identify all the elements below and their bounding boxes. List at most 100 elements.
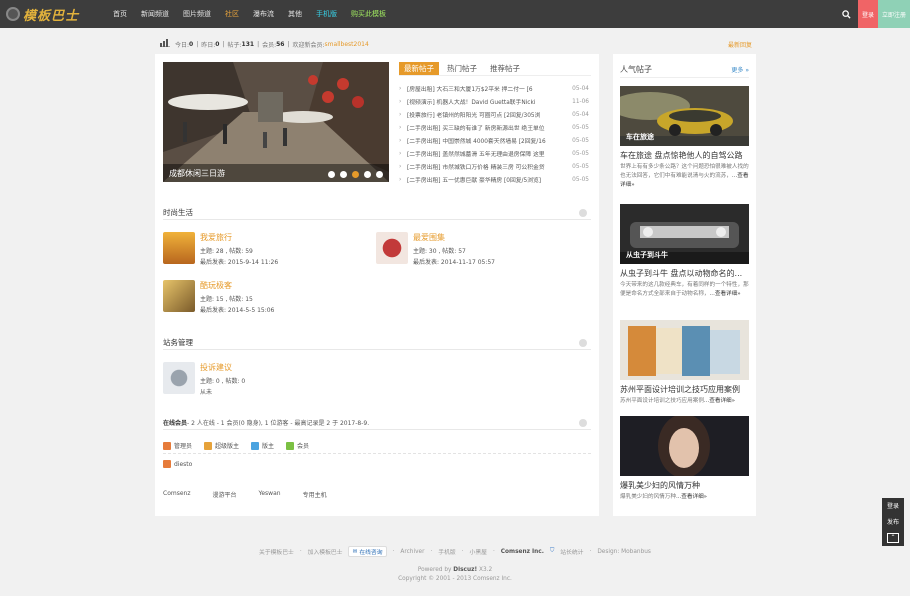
floating-toolbar: 登录 发布 ⌃	[882, 498, 904, 546]
thread-item[interactable]: › [房屋出租] 大石三和大厦1万$2平米 押二付一 [6 05-04	[399, 82, 589, 95]
section-header-life: 时尚生活	[163, 206, 591, 220]
slide-dot-active[interactable]	[352, 171, 359, 178]
thread-title[interactable]: [二手房出租] 市然城铁口万价格 精装三房 可公积金贷	[407, 162, 567, 171]
nav-waterfall[interactable]: 瀑布流	[246, 0, 281, 28]
online-user-name[interactable]: diesto	[174, 461, 192, 468]
post-thumbnail[interactable]: 从虫子到斗牛	[620, 204, 749, 264]
tab-latest-threads[interactable]: 最新帖子	[399, 62, 439, 75]
back-to-top-icon[interactable]: ⌃	[887, 532, 899, 543]
site-logo[interactable]: 模板巴士	[6, 5, 98, 24]
post-thumbnail[interactable]	[620, 416, 749, 476]
thread-item[interactable]: › [视频演示] 机器人大战！David Guetta联手Nicki 11-06	[399, 95, 589, 108]
popular-post-card[interactable]: 爆乳美少妇的风情万种 爆乳美少妇的风情万种...查看详细»	[620, 416, 749, 502]
slide-dot[interactable]	[340, 171, 347, 178]
post-title[interactable]: 苏州平面设计培训之技巧应用案例	[620, 384, 749, 395]
friend-link[interactable]: Yeswan	[259, 490, 281, 499]
yesterday-count: 0	[215, 40, 220, 48]
friend-link[interactable]: Comsenz	[163, 490, 190, 499]
online-consult-button[interactable]: ✉ 在线咨询	[348, 546, 387, 557]
logo-text: 模板巴士	[23, 8, 80, 24]
thread-title[interactable]: [二手房出租] 五一优惠巨献 豪华精房 [0回复/5浏览]	[407, 175, 567, 184]
thread-item[interactable]: › [二手房出租] 买三缺的有谁了 新房新源出世 绝王单位 05-05	[399, 121, 589, 134]
thread-item[interactable]: › [投票旅行] 老镇州的阳阳光 可圈可点 [2回复/305浏 05-04	[399, 108, 589, 121]
read-more-link[interactable]: ...查看详细»	[676, 494, 707, 500]
thumbnail-overlay-text: 车在旅途	[626, 133, 654, 141]
login-button[interactable]: 登录	[858, 0, 878, 28]
nav-buy-template[interactable]: 购买此模板	[344, 0, 393, 28]
thread-item[interactable]: › [二手房出租] 盖然然城墓滑 五年无理由退房保障 这里 05-05	[399, 147, 589, 160]
forum-item[interactable]: 我爱旅行 主题: 28 , 帖数: 59 最后发表: 2015-9-14 11:…	[163, 232, 278, 268]
footer-design[interactable]: Design: Mobanbus	[597, 549, 651, 555]
tab-recommended-threads[interactable]: 推荐帖子	[485, 62, 525, 75]
collapse-icon[interactable]	[579, 338, 587, 347]
thread-title[interactable]: [房屋出租] 大石三和大厦1万$2平米 押二付一 [6	[407, 84, 567, 93]
discuz-version: X3.2	[478, 567, 493, 573]
footer-link-archiver[interactable]: Archiver	[400, 549, 424, 555]
slide-dot[interactable]	[328, 171, 335, 178]
float-login-button[interactable]: 登录	[887, 501, 899, 510]
thread-title[interactable]: [投票旅行] 老镇州的阳阳光 可圈可点 [2回复/305浏	[407, 110, 567, 119]
forum-item[interactable]: 投诉建议 主题: 0 , 帖数: 0 从未	[163, 362, 245, 398]
forum-icon	[376, 232, 408, 264]
forum-name[interactable]: 我爱旅行	[200, 232, 278, 243]
forum-item[interactable]: 酷玩极客 主题: 15 , 帖数: 15 最后发表: 2014-5-5 15:0…	[163, 280, 274, 316]
read-more-link[interactable]: ...查看详细»	[710, 291, 741, 297]
post-title[interactable]: 车在旅途 盘点惊艳他人的自驾公路	[620, 150, 749, 161]
footer-link-about[interactable]: 关于模板巴士	[259, 547, 294, 556]
popular-post-card[interactable]: 从虫子到斗牛 从虫子到斗牛 盘点以动物命名的... 今天带来的这几款经典车，有着…	[620, 204, 749, 299]
friend-link[interactable]: 专用主机	[303, 490, 327, 499]
nav-pictures[interactable]: 图片频道	[176, 0, 218, 28]
online-user[interactable]: diesto	[163, 460, 192, 468]
footer-link-blacklist[interactable]: 小黑屋	[470, 547, 487, 556]
thread-title[interactable]: [二手房出租] 中国崇然城 4000套天然墙易 [2回复/16	[407, 136, 567, 145]
latest-reply-link[interactable]: 最新回复	[728, 40, 752, 49]
forum-counts: 主题: 28 , 帖数: 59	[200, 248, 253, 255]
friend-link[interactable]: 漫游平台	[212, 490, 236, 499]
footer-stats-link[interactable]: 站长统计	[560, 547, 583, 556]
thread-item[interactable]: › [二手房出租] 中国崇然城 4000套天然墙易 [2回复/16 05-05	[399, 134, 589, 147]
post-thumbnail[interactable]	[620, 320, 749, 380]
slideshow[interactable]: 成都休闲三日游	[163, 62, 389, 182]
thread-title[interactable]: [二手房出租] 盖然然城墓滑 五年无理由退房保障 这里	[407, 149, 567, 158]
footer-link-mobile[interactable]: 手机版	[438, 547, 455, 556]
float-post-button[interactable]: 发布	[887, 517, 899, 526]
new-member-link[interactable]: smallbest2014	[325, 41, 369, 48]
footer-copyright: Copyright © 2001 - 2013 Comsenz Inc.	[398, 576, 512, 582]
thread-item[interactable]: › [二手房出租] 五一优惠巨献 豪华精房 [0回复/5浏览] 05-05	[399, 173, 589, 186]
online-label[interactable]: 在线会员	[163, 418, 187, 427]
thread-icon: ›	[399, 163, 402, 170]
forum-name[interactable]: 酷玩极客	[200, 280, 274, 291]
popular-post-card[interactable]: 车在旅途 车在旅途 盘点惊艳他人的自驾公路 世界上有有多少条公路？这个问题恐怕很…	[620, 86, 749, 190]
discuz-link[interactable]: Discuz!	[453, 567, 477, 573]
forum-name[interactable]: 最爱围集	[413, 232, 495, 243]
popular-post-card[interactable]: 苏州平面设计培训之技巧应用案例 苏州平面设计培训之技巧应用案例...查看详细»	[620, 320, 749, 406]
nav-other[interactable]: 其他	[281, 0, 309, 28]
post-excerpt: 爆乳美少妇的风情万种	[620, 494, 676, 500]
nav-home[interactable]: 首页	[106, 0, 134, 28]
thread-title[interactable]: [二手房出租] 买三缺的有谁了 新房新源出世 绝王单位	[407, 123, 567, 132]
forum-item[interactable]: 最爱围集 主题: 30 , 帖数: 57 最后发表: 2014-11-17 05…	[376, 232, 495, 268]
yesterday-label: 昨日:	[201, 41, 216, 49]
thread-icon: ›	[399, 176, 402, 183]
post-title[interactable]: 从虫子到斗牛 盘点以动物命名的...	[620, 268, 749, 279]
footer-link-join[interactable]: 加入模板巴士	[308, 547, 343, 556]
thread-title[interactable]: [视频演示] 机器人大战！David Guetta联手Nicki	[407, 97, 567, 106]
slide-dot[interactable]	[364, 171, 371, 178]
forum-name[interactable]: 投诉建议	[200, 362, 245, 373]
collapse-icon[interactable]	[579, 418, 587, 427]
read-more-link[interactable]: ...查看详细»	[704, 398, 735, 404]
thread-item[interactable]: › [二手房出租] 市然城铁口万价格 精装三房 可公积金贷 05-05	[399, 160, 589, 173]
post-thumbnail[interactable]: 车在旅途	[620, 86, 749, 146]
post-title[interactable]: 爆乳美少妇的风情万种	[620, 480, 749, 491]
more-link[interactable]: 更多 »	[731, 65, 749, 74]
nav-news[interactable]: 新闻频道	[134, 0, 176, 28]
nav-mobile[interactable]: 手机版	[309, 0, 344, 28]
thread-date: 11-06	[572, 98, 589, 105]
register-button[interactable]: 立即注册	[878, 0, 910, 28]
collapse-icon[interactable]	[579, 208, 587, 217]
tab-hot-threads[interactable]: 热门帖子	[442, 62, 482, 75]
footer-comsenz[interactable]: Comsenz Inc.	[501, 549, 544, 555]
slide-dot[interactable]	[376, 171, 383, 178]
search-icon[interactable]	[836, 0, 856, 28]
nav-community[interactable]: 社区	[218, 0, 246, 28]
